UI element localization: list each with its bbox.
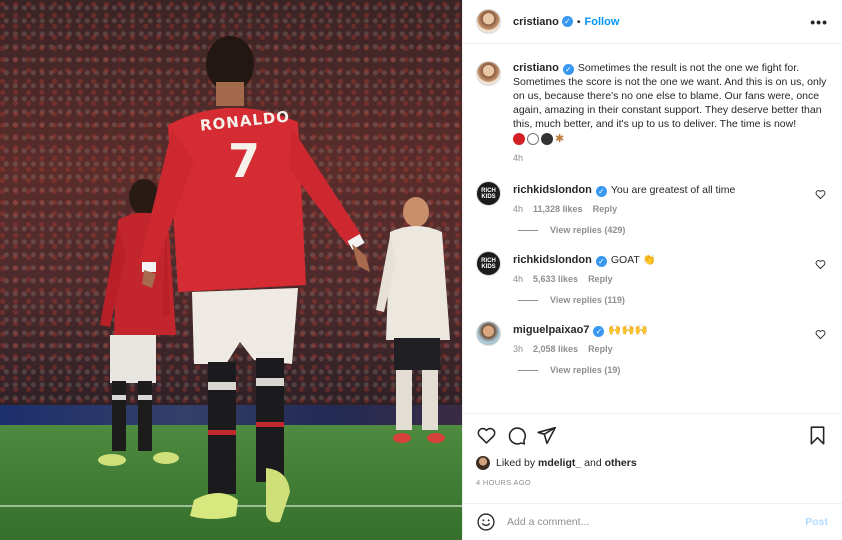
liked-by: Liked by mdeligt_ and others xyxy=(476,456,828,470)
save-bookmark-icon[interactable] xyxy=(807,425,828,446)
flexed-biceps-icon: ✱ xyxy=(555,133,565,145)
comment-age: 3h xyxy=(513,344,524,354)
comment-age: 4h xyxy=(513,204,524,214)
commenter-avatar[interactable]: RICH KIDS xyxy=(476,181,501,206)
replies-line xyxy=(518,229,538,231)
shirt-number: 7 xyxy=(228,134,261,188)
comments-list[interactable]: cristiano ✓ Sometimes the result is not th… xyxy=(463,45,842,413)
verified-badge-icon: ✓ xyxy=(562,64,574,75)
author-avatar[interactable] xyxy=(476,9,501,34)
comment-likes[interactable]: 11,328 likes xyxy=(533,204,583,214)
liked-by-others[interactable]: others xyxy=(605,457,637,469)
view-replies-button[interactable]: View replies (19) xyxy=(518,365,828,375)
caption: cristiano ✓ Sometimes the result is not th… xyxy=(476,61,828,163)
post-side-panel: cristiano ✓ • Follow ••• cristiano ✓ Somet… xyxy=(462,0,842,540)
verified-badge-icon: ✓ xyxy=(595,256,607,267)
reply-button[interactable]: Reply xyxy=(588,344,613,354)
replies-line xyxy=(518,299,538,301)
view-replies-label[interactable]: View replies (19) xyxy=(550,365,620,375)
liked-by-and: and xyxy=(584,457,602,469)
comment-item: RICH KIDS richkidslondon ✓ GOAT 👏 4h 5,633… xyxy=(476,251,828,284)
post-header: cristiano ✓ • Follow ••• xyxy=(463,0,842,44)
follow-button[interactable]: Follow xyxy=(585,16,620,28)
emoji-smiley-icon[interactable] xyxy=(476,512,496,532)
more-options-icon[interactable]: ••• xyxy=(810,14,828,30)
view-replies-button[interactable]: View replies (429) xyxy=(518,225,828,235)
comment-age: 4h xyxy=(513,274,524,284)
share-send-icon[interactable] xyxy=(536,425,557,446)
liker-avatar[interactable] xyxy=(476,456,490,470)
view-replies-button[interactable]: View replies (119) xyxy=(518,295,828,305)
author-username[interactable]: cristiano xyxy=(513,16,559,28)
comment-text: GOAT 👏 xyxy=(610,254,656,266)
add-comment-bar: Post xyxy=(463,503,842,540)
comment-like-heart-icon[interactable] xyxy=(815,329,826,340)
comment-item: RICH KIDS richkidslondon ✓ You are greates… xyxy=(476,181,828,214)
comment-like-heart-icon[interactable] xyxy=(815,189,826,200)
comment-like-heart-icon[interactable] xyxy=(815,259,826,270)
caption-text: Sometimes the result is not the one we f… xyxy=(513,62,827,130)
red-circle-icon xyxy=(513,133,525,145)
comment-text: 🙌🙌🙌 xyxy=(608,324,648,336)
commenter-avatar[interactable]: RICH KIDS xyxy=(476,251,501,276)
comment-username[interactable]: miguelpaixao7 xyxy=(513,324,589,336)
view-replies-label[interactable]: View replies (429) xyxy=(550,225,625,235)
comment-bubble-icon[interactable] xyxy=(506,425,527,446)
view-replies-label[interactable]: View replies (119) xyxy=(550,295,625,305)
verified-badge-icon: ✓ xyxy=(595,186,607,197)
commenter-avatar[interactable] xyxy=(476,321,501,346)
verified-badge-icon: ✓ xyxy=(593,326,605,337)
replies-line xyxy=(518,369,538,371)
comment-username[interactable]: richkidslondon xyxy=(513,254,592,266)
post-photo[interactable]: RONALDO 7 xyxy=(0,0,462,540)
author-avatar[interactable] xyxy=(476,61,501,86)
comment-item: miguelpaixao7 ✓ 🙌🙌🙌 3h 2,058 likes Reply xyxy=(476,321,828,354)
comment-text: You are greatest of all time xyxy=(610,184,736,196)
liked-by-prefix: Liked by xyxy=(496,457,536,469)
comment-username[interactable]: richkidslondon xyxy=(513,184,592,196)
post-actions: Liked by mdeligt_ and others 4 HOURS AGO xyxy=(463,413,842,487)
action-icons xyxy=(476,424,828,446)
reply-button[interactable]: Reply xyxy=(588,274,613,284)
caption-age: 4h xyxy=(513,153,524,163)
post-timestamp[interactable]: 4 HOURS AGO xyxy=(476,478,828,487)
reply-button[interactable]: Reply xyxy=(593,204,618,214)
liked-by-user[interactable]: mdeligt_ xyxy=(538,457,581,469)
separator-dot: • xyxy=(576,15,581,28)
like-heart-icon[interactable] xyxy=(476,425,497,446)
post-comment-button[interactable]: Post xyxy=(805,516,828,528)
instagram-post: RONALDO 7 cristiano ✓ • Follow ••• crist… xyxy=(0,0,842,540)
verified-badge-icon: ✓ xyxy=(561,16,573,27)
white-circle-icon xyxy=(527,133,539,145)
black-circle-icon xyxy=(541,133,553,145)
comment-likes[interactable]: 5,633 likes xyxy=(533,274,578,284)
caption-emojis: ✱ xyxy=(513,132,828,146)
comment-likes[interactable]: 2,058 likes xyxy=(533,344,578,354)
add-comment-input[interactable] xyxy=(507,516,806,528)
caption-username[interactable]: cristiano xyxy=(513,62,559,74)
